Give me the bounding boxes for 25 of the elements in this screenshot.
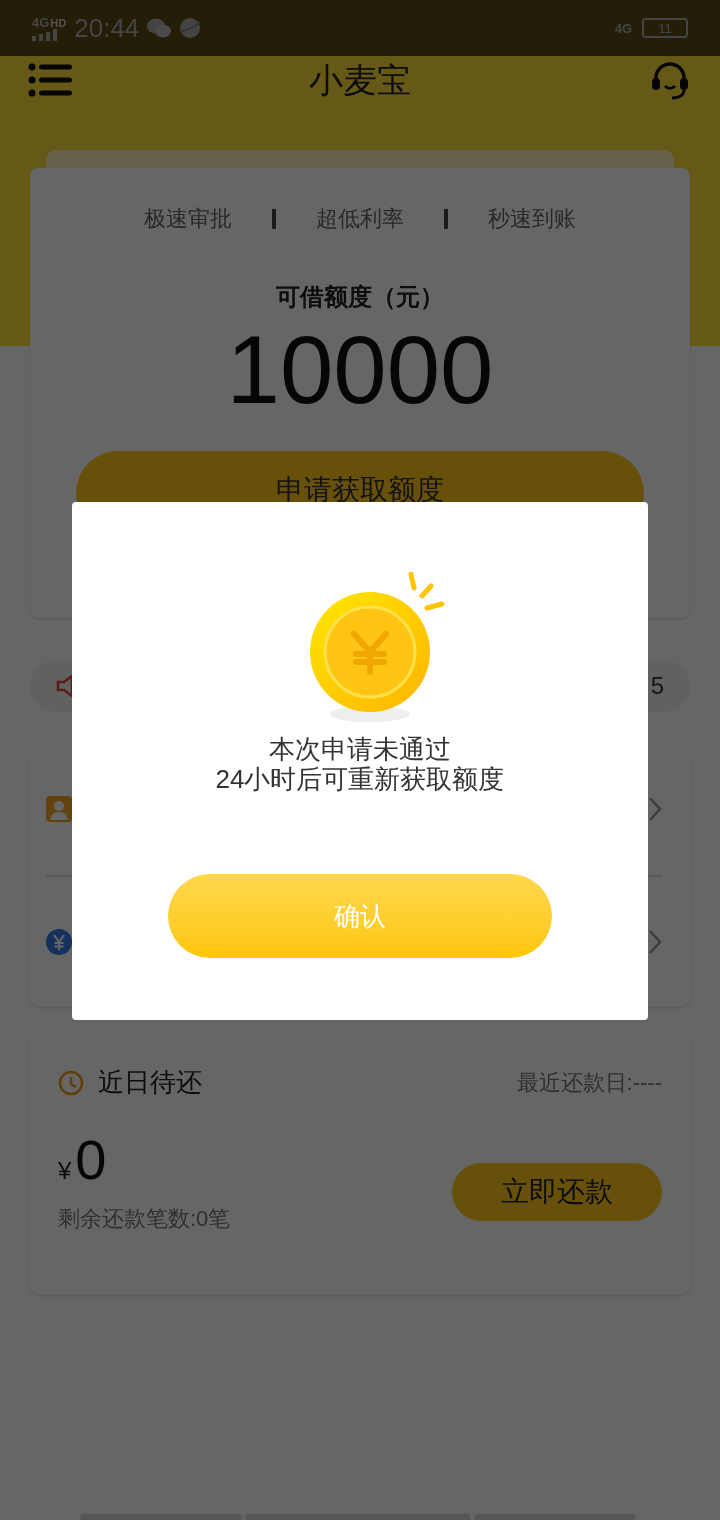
- network-label: 4G: [614, 21, 632, 35]
- quota-label: 可借额度（元）: [276, 282, 444, 312]
- app-title: 小麦宝: [309, 59, 411, 101]
- repay-amount: 0: [75, 1128, 107, 1192]
- notice-text: 5: [650, 671, 664, 701]
- dialog-message: 24小时后可重新获取额度: [215, 764, 505, 794]
- feature-label: 秒速到账: [488, 205, 576, 233]
- currency-sign: ¥: [58, 1156, 72, 1186]
- quota-amount: 10000: [226, 315, 494, 425]
- chevron-icon: [648, 796, 662, 823]
- repay-button[interactable]: 立即还款: [452, 1163, 662, 1221]
- menu-icon[interactable]: [28, 63, 72, 97]
- feature-label: 超低利率: [316, 205, 404, 233]
- network-label: 4G: [32, 15, 50, 29]
- clock-icon: [58, 1069, 84, 1096]
- confirm-button[interactable]: 确认: [168, 874, 552, 958]
- battery-icon: 11: [642, 18, 688, 38]
- chat-icon: [147, 17, 172, 39]
- planet-icon: [179, 17, 202, 39]
- repay-title: 近日待还: [98, 1066, 202, 1099]
- chevron-icon: [648, 928, 662, 955]
- clock-time: 20:44: [74, 11, 140, 45]
- feature-label: 极速审批: [144, 205, 232, 233]
- network-label: HD: [50, 17, 67, 29]
- dialog-message: 本次申请未通过: [269, 734, 451, 764]
